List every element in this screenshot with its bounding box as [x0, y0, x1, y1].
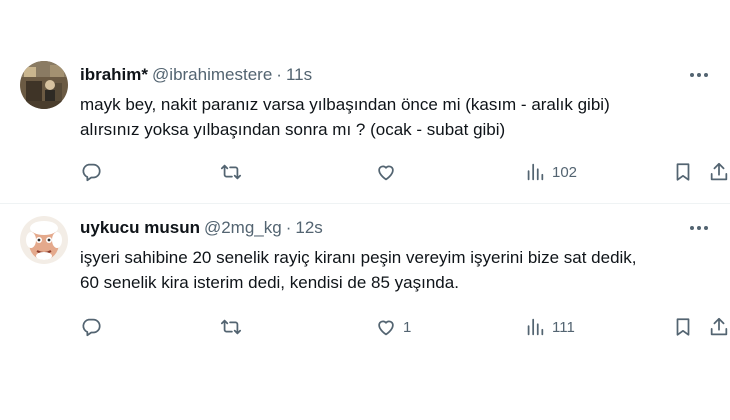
- share-icon: [710, 317, 728, 336]
- share-icon: [710, 162, 728, 181]
- retweet-icon: [220, 319, 242, 335]
- tweet-text-line: mayk bey, nakit paranız varsa yılbaşında…: [80, 95, 610, 114]
- views-button[interactable]: 102: [524, 160, 577, 184]
- like-count: 1: [403, 318, 412, 336]
- views-count: 111: [552, 318, 575, 336]
- reply-icon: [82, 318, 101, 337]
- like-icon: [378, 320, 394, 336]
- more-icon[interactable]: [688, 217, 710, 239]
- timestamp[interactable]: 12s: [295, 217, 322, 239]
- bookmark-button[interactable]: [672, 315, 694, 339]
- avatar[interactable]: [20, 216, 68, 264]
- like-button[interactable]: [375, 160, 403, 184]
- tweet-text-line: alırsınız yoksa yılbaşından sonra mı ? (…: [80, 120, 506, 139]
- avatar[interactable]: [20, 61, 68, 109]
- display-name[interactable]: uykucu musun: [80, 217, 200, 239]
- tweet-text-line: 60 senelik kira isterim dedi, kendisi de…: [80, 273, 459, 292]
- more-icon[interactable]: [688, 64, 710, 86]
- retweet-button[interactable]: [220, 160, 248, 184]
- retweet-icon: [220, 164, 242, 180]
- separator-dot: ·: [276, 65, 282, 84]
- photo-avatar-icon: [20, 61, 68, 109]
- cartoon-face-avatar-icon: [20, 216, 68, 264]
- tweet-feed: ibrahim* @ibrahimestere · 11s mayk bey, …: [0, 0, 730, 420]
- timestamp[interactable]: 11s: [286, 64, 312, 86]
- bookmark-icon: [676, 163, 690, 181]
- tweet[interactable]: uykucu musun @2mg_kg · 12s işyeri sahibi…: [0, 204, 730, 354]
- like-button[interactable]: 1: [375, 315, 411, 339]
- share-button[interactable]: [708, 160, 730, 184]
- reply-icon: [82, 163, 101, 182]
- user-handle[interactable]: @2mg_kg: [204, 217, 282, 239]
- tweet-header: uykucu musun @2mg_kg · 12s: [80, 217, 710, 239]
- action-bar: 102: [80, 160, 728, 184]
- share-button[interactable]: [708, 315, 730, 339]
- reply-button[interactable]: [80, 160, 108, 184]
- tweet-content: ibrahim* @ibrahimestere · 11s mayk bey, …: [80, 64, 710, 142]
- like-icon: [378, 165, 394, 181]
- bookmark-icon: [676, 318, 690, 336]
- retweet-button[interactable]: [220, 315, 248, 339]
- user-handle[interactable]: @ibrahimestere: [152, 64, 272, 86]
- tweet-text: işyeri sahibine 20 senelik rayiç kiranı …: [80, 245, 710, 295]
- views-button[interactable]: 111: [524, 315, 575, 339]
- views-count: 102: [552, 163, 578, 181]
- bookmark-button[interactable]: [672, 160, 694, 184]
- reply-button[interactable]: [80, 315, 108, 339]
- views-icon: [527, 318, 544, 336]
- tweet-header: ibrahim* @ibrahimestere · 11s: [80, 64, 710, 86]
- tweet-content: uykucu musun @2mg_kg · 12s işyeri sahibi…: [80, 217, 710, 295]
- tweet-text-line: işyeri sahibine 20 senelik rayiç kiranı …: [80, 248, 637, 267]
- tweet[interactable]: ibrahim* @ibrahimestere · 11s mayk bey, …: [0, 0, 730, 203]
- separator-dot: ·: [285, 218, 292, 237]
- action-bar: 1 111: [80, 315, 728, 339]
- tweet-text: mayk bey, nakit paranız varsa yılbaşında…: [80, 92, 710, 142]
- views-icon: [527, 163, 544, 181]
- display-name[interactable]: ibrahim*: [80, 64, 148, 86]
